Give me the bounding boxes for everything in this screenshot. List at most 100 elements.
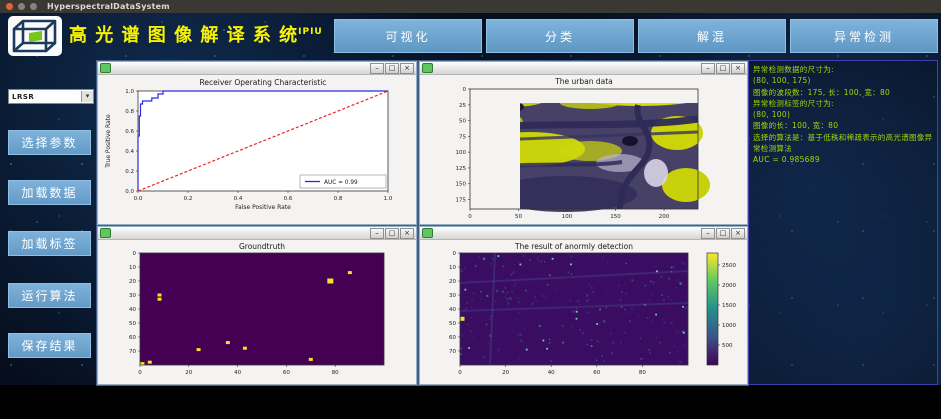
sidebar-button-1[interactable]: 选择参数: [8, 130, 91, 155]
svg-text:80: 80: [639, 370, 646, 376]
cube-logo-icon: [8, 16, 62, 56]
svg-text:75: 75: [459, 134, 466, 140]
svg-text:2500: 2500: [722, 263, 736, 269]
svg-text:50: 50: [515, 214, 522, 220]
svg-text:100: 100: [562, 214, 573, 220]
svg-text:1.0: 1.0: [384, 196, 393, 202]
os-minimize-button[interactable]: [18, 3, 25, 10]
svg-text:150: 150: [610, 214, 621, 220]
svg-text:2000: 2000: [722, 283, 736, 289]
svg-text:20: 20: [185, 370, 192, 376]
log-line: 选择的算法是：基于低秩和稀疏表示的高光谱图像异常检测算法: [753, 132, 933, 155]
svg-text:125: 125: [456, 166, 467, 172]
window-roc-titlebar[interactable]: – □ ×: [98, 62, 416, 75]
maximize-button[interactable]: □: [716, 63, 730, 74]
svg-text:20: 20: [129, 279, 136, 285]
window-urban-titlebar[interactable]: – □ ×: [420, 62, 747, 75]
svg-text:25: 25: [459, 103, 466, 109]
window-anomaly-titlebar[interactable]: – □ ×: [420, 227, 747, 240]
window-anomaly: – □ × The result of anormly detection020…: [419, 226, 748, 385]
svg-text:10: 10: [129, 265, 136, 271]
nav-button-3[interactable]: 解混: [638, 19, 786, 53]
log-line: 异常检测数据的尺寸为:: [753, 64, 933, 75]
window-groundtruth-titlebar[interactable]: – □ ×: [98, 227, 416, 240]
groundtruth-plot-area: Groundtruth020406080010203040506070: [98, 240, 416, 384]
app-title-sup: IPIU: [298, 27, 323, 37]
legend: AUC = 0.99: [300, 175, 386, 188]
nav-button-2[interactable]: 分类: [486, 19, 634, 53]
os-maximize-button[interactable]: [30, 3, 37, 10]
svg-text:70: 70: [449, 349, 456, 355]
svg-text:0: 0: [133, 251, 137, 257]
svg-text:0: 0: [138, 370, 142, 376]
app-title: 高 光 谱 图 像 解 译 系 统IPIU: [69, 21, 323, 47]
svg-text:60: 60: [449, 335, 456, 341]
window-groundtruth: – □ × Groundtruth02040608001020304050607…: [97, 226, 417, 385]
log-line: 图像的波段数：175, 长：100, 宽：80: [753, 87, 933, 98]
svg-text:The result of anormly detectio: The result of anormly detection: [514, 242, 633, 251]
roc-plot-area: Receiver Operating Characteristic 0.0 0.2 0…: [98, 75, 416, 224]
svg-text:200: 200: [659, 214, 670, 220]
algorithm-select[interactable]: LRSR ▾: [8, 89, 94, 104]
svg-text:0: 0: [463, 87, 467, 93]
nav-button-1[interactable]: 可视化: [334, 19, 482, 53]
urban-plot-area: The urban data05010015020002550751001251…: [420, 75, 747, 224]
svg-text:0: 0: [468, 214, 472, 220]
svg-text:False Positive Rate: False Positive Rate: [235, 204, 291, 211]
svg-text:AUC = 0.99: AUC = 0.99: [324, 180, 358, 186]
log-line: (80, 100): [753, 109, 933, 120]
svg-text:60: 60: [593, 370, 600, 376]
svg-text:100: 100: [456, 150, 467, 156]
maximize-button[interactable]: □: [716, 228, 730, 239]
svg-text:0.6: 0.6: [125, 129, 134, 135]
svg-text:40: 40: [449, 307, 456, 313]
window-app-icon: [422, 228, 433, 238]
nav-buttons: 可视化分类解混异常检测: [334, 19, 938, 53]
svg-text:0.8: 0.8: [125, 109, 134, 115]
svg-text:The urban data: The urban data: [554, 77, 613, 86]
svg-text:Receiver Operating Characteris: Receiver Operating Characteristic: [200, 78, 327, 87]
maximize-button[interactable]: □: [385, 63, 399, 74]
window-app-icon: [100, 63, 111, 73]
maximize-button[interactable]: □: [385, 228, 399, 239]
close-button[interactable]: ×: [731, 228, 745, 239]
log-line: (80, 100, 175): [753, 75, 933, 86]
algorithm-select-value: LRSR: [9, 93, 81, 101]
svg-text:30: 30: [449, 293, 456, 299]
groundtruth-chart: Groundtruth020406080010203040506070: [98, 240, 414, 383]
minimize-button[interactable]: –: [701, 228, 715, 239]
sidebar-button-4[interactable]: 运行算法: [8, 283, 91, 308]
minimize-button[interactable]: –: [701, 63, 715, 74]
svg-text:20: 20: [449, 279, 456, 285]
app-logo: [8, 16, 62, 60]
svg-text:70: 70: [129, 349, 136, 355]
anomaly-plot-area: The result of anormly detection020406080…: [420, 240, 747, 384]
svg-text:50: 50: [129, 321, 136, 327]
svg-text:0.2: 0.2: [184, 196, 193, 202]
os-window-title: HyperspectralDataSystem: [47, 2, 170, 11]
window-app-icon: [422, 63, 433, 73]
dropdown-arrow-icon[interactable]: ▾: [81, 91, 93, 102]
svg-text:1.0: 1.0: [125, 89, 134, 95]
svg-text:0.6: 0.6: [284, 196, 293, 202]
svg-text:1500: 1500: [722, 303, 736, 309]
minimize-button[interactable]: –: [370, 63, 384, 74]
os-close-button[interactable]: [6, 3, 13, 10]
nav-button-4[interactable]: 异常检测: [790, 19, 938, 53]
close-button[interactable]: ×: [400, 228, 414, 239]
anomaly-chart: The result of anormly detection020406080…: [420, 240, 745, 383]
sidebar-button-2[interactable]: 加载数据: [8, 180, 91, 205]
svg-text:True Positive Rate: True Positive Rate: [105, 114, 112, 169]
svg-text:0.0: 0.0: [134, 196, 143, 202]
svg-text:0.4: 0.4: [234, 196, 243, 202]
log-line: 图像的长：100, 宽：80: [753, 120, 933, 131]
close-button[interactable]: ×: [400, 63, 414, 74]
svg-text:0.8: 0.8: [334, 196, 343, 202]
svg-text:40: 40: [234, 370, 241, 376]
sidebar-button-3[interactable]: 加载标签: [8, 231, 91, 256]
sidebar-button-5[interactable]: 保存结果: [8, 333, 91, 358]
svg-text:30: 30: [129, 293, 136, 299]
minimize-button[interactable]: –: [370, 228, 384, 239]
close-button[interactable]: ×: [731, 63, 745, 74]
svg-text:20: 20: [502, 370, 509, 376]
